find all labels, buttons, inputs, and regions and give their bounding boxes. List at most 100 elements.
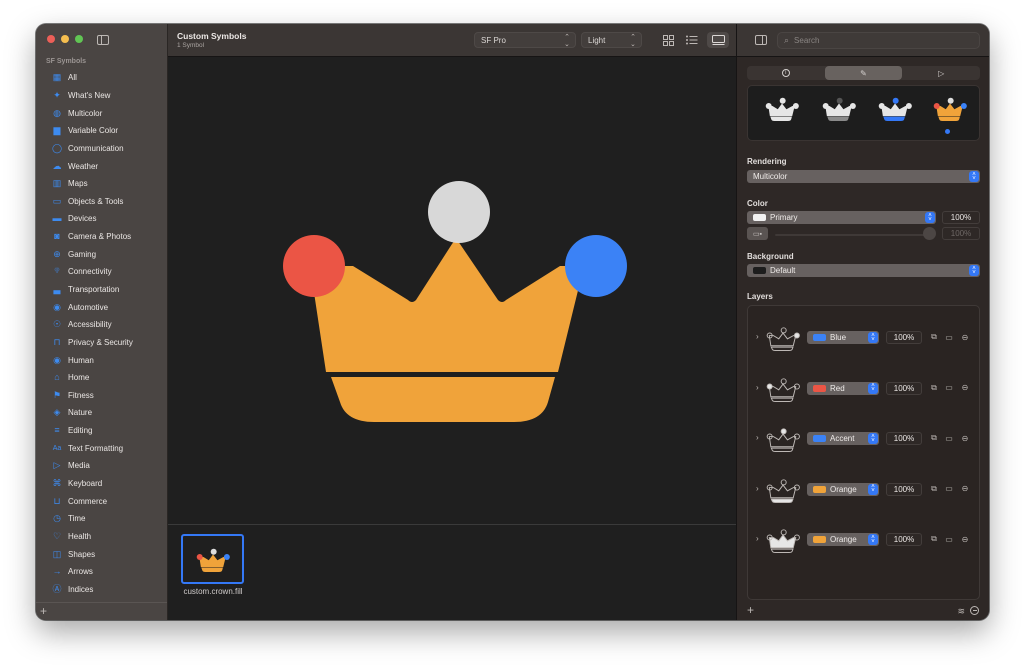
tab-animate[interactable]: ▷ — [902, 66, 980, 80]
inspector-toggle-icon[interactable] — [755, 35, 767, 45]
minimize-button[interactable] — [61, 35, 69, 43]
sidebar-item-variable-color[interactable]: ▆ Variable Color — [36, 122, 167, 140]
chevron-right-icon[interactable]: › — [756, 332, 759, 341]
sidebar-item-label: Maps — [68, 179, 88, 189]
chevron-right-icon[interactable]: › — [756, 433, 759, 442]
duplicate-layer-icon[interactable]: ⧉ — [928, 382, 940, 394]
variable-color-icon[interactable]: ▭ — [943, 331, 955, 343]
sidebar-item-what-s-new[interactable]: ✦ What's New — [36, 87, 167, 105]
chevron-right-icon[interactable]: › — [756, 383, 759, 392]
duplicate-layer-icon[interactable]: ⧉ — [928, 533, 940, 545]
layer-opacity-field[interactable]: 100% — [886, 381, 922, 395]
chevron-up-down-icon: ˄ ˅ — [868, 332, 878, 343]
layer-opacity-field[interactable]: 100% — [886, 432, 922, 445]
sidebar-item-home[interactable]: ⌂ Home — [36, 369, 167, 387]
layer-row[interactable]: › Orange ˄ ˅ 100% ⧉ ▭ ⊖ — [748, 471, 979, 507]
sidebar-item-arrows[interactable]: → Arrows — [36, 563, 167, 581]
tab-info[interactable]: i — [747, 66, 825, 80]
variable-color-icon[interactable]: ▭ — [943, 432, 955, 444]
sidebar-item-gaming[interactable]: ⊕ Gaming — [36, 245, 167, 263]
sidebar-item-text-formatting[interactable]: Aa Text Formatting — [36, 439, 167, 457]
layer-color-select[interactable]: Red ˄ ˅ — [807, 381, 879, 395]
layer-row[interactable]: › Blue ˄ ˅ 100% ⧉ ▭ ⊖ — [748, 319, 979, 355]
slider-knob[interactable] — [923, 227, 936, 240]
background-select[interactable]: Default ˄ ˅ — [747, 264, 980, 277]
remove-layer-icon[interactable]: ⊖ — [959, 432, 971, 444]
search-input[interactable] — [794, 36, 965, 45]
search-field[interactable]: ⌕ — [777, 32, 980, 49]
sidebar-item-keyboard[interactable]: ⌘ Keyboard — [36, 475, 167, 493]
sidebar-item-fitness[interactable]: ⚑ Fitness — [36, 387, 167, 405]
rendering-select[interactable]: Multicolor ˄ ˅ — [747, 170, 980, 183]
duplicate-layer-icon[interactable]: ⧉ — [928, 432, 940, 444]
font-select[interactable]: SF Pro ⌃ ⌃ — [474, 32, 576, 48]
variable-color-icon[interactable]: ▭ — [943, 382, 955, 394]
sidebar-item-automotive[interactable]: ◉ Automotive — [36, 298, 167, 316]
sidebar-item-weather[interactable]: ☁ Weather — [36, 157, 167, 175]
remove-layer-icon[interactable]: ⊖ — [959, 331, 971, 343]
rendering-palette-option[interactable] — [875, 95, 915, 121]
remove-layer-icon[interactable]: ⊖ — [959, 483, 971, 495]
sidebar-item-nature[interactable]: ◈ Nature — [36, 404, 167, 422]
zoom-button[interactable] — [75, 35, 83, 43]
duplicate-layer-icon[interactable]: ⧉ — [928, 483, 940, 495]
rendering-hierarchical-option[interactable] — [819, 95, 859, 121]
list-view-button[interactable] — [682, 32, 702, 48]
grid-view-button[interactable] — [658, 32, 678, 48]
remove-layer-icon[interactable]: ⊖ — [959, 382, 971, 394]
sidebar-item-transportation[interactable]: ▃ Transportation — [36, 281, 167, 299]
duplicate-layer-icon[interactable]: ⧉ — [928, 331, 940, 343]
layer-color-select[interactable]: Orange ˄ ˅ — [807, 482, 879, 496]
sidebar-toggle-icon[interactable] — [97, 35, 109, 45]
sidebar-item-objects-tools[interactable]: ▭ Objects & Tools — [36, 192, 167, 210]
layer-opacity-field[interactable]: 100% — [886, 331, 922, 344]
remove-layer-button[interactable] — [970, 606, 979, 615]
gallery-view-button[interactable] — [707, 32, 729, 48]
rendering-monochrome-option[interactable] — [762, 95, 802, 121]
layer-color-select[interactable]: Accent ˄ ˅ — [807, 432, 879, 445]
sidebar-item-devices[interactable]: ▬ Devices — [36, 210, 167, 228]
close-button[interactable] — [47, 35, 55, 43]
sidebar-item-privacy-security[interactable]: ⊓ Privacy & Security — [36, 334, 167, 352]
tab-customize[interactable]: ✎ — [824, 66, 903, 80]
symbol-thumbnail[interactable] — [181, 534, 244, 584]
remove-layer-icon[interactable]: ⊖ — [959, 533, 971, 545]
add-layer-button[interactable]: + — [747, 603, 754, 617]
layer-row[interactable]: › Red ˄ ˅ 100% ⧉ ▭ ⊖ — [748, 370, 979, 406]
variable-color-icon[interactable]: ▭ — [943, 533, 955, 545]
rendering-multicolor-option[interactable] — [930, 95, 970, 121]
add-collection-button[interactable]: + — [40, 604, 47, 618]
chevron-right-icon[interactable]: › — [756, 534, 759, 543]
sidebar-item-shapes[interactable]: ◫ Shapes — [36, 545, 167, 563]
layer-row[interactable]: › Accent ˄ ˅ 100% ⧉ ▭ ⊖ — [748, 420, 979, 456]
sidebar-item-editing[interactable]: ≡ Editing — [36, 422, 167, 440]
layer-color-select[interactable]: Orange ˄ ˅ — [807, 533, 879, 546]
sidebar-item-communication[interactable]: ◯ Communication — [36, 140, 167, 158]
sidebar-item-indices[interactable]: Ⓐ Indices — [36, 581, 167, 599]
color-select[interactable]: Primary ˄ ˅ — [747, 211, 936, 224]
layer-color-select[interactable]: Blue ˄ ˅ — [807, 331, 879, 344]
variable-opacity-field[interactable]: 100% — [942, 227, 980, 240]
chevron-right-icon[interactable]: › — [756, 484, 759, 493]
sidebar-item-time[interactable]: ◷ Time — [36, 510, 167, 528]
variable-color-toggle[interactable]: ▭▪ — [747, 227, 768, 240]
sidebar-item-maps[interactable]: ▥ Maps — [36, 175, 167, 193]
sidebar-item-camera-photos[interactable]: ◙ Camera & Photos — [36, 228, 167, 246]
layer-row[interactable]: › Orange ˄ ˅ 100% ⧉ ▭ ⊖ — [748, 521, 979, 557]
inspector-panel: ⌕ i ✎ ▷ — [736, 24, 989, 620]
sidebar-item-all[interactable]: ▦ All — [36, 69, 167, 87]
sidebar-item-commerce[interactable]: ⊔ Commerce — [36, 492, 167, 510]
variable-opacity-slider[interactable] — [775, 234, 925, 236]
sidebar-item-health[interactable]: ♡ Health — [36, 528, 167, 546]
layer-opacity-field[interactable]: 100% — [886, 482, 922, 496]
sidebar-item-human[interactable]: ◉ Human — [36, 351, 167, 369]
variable-color-icon[interactable]: ▭ — [943, 483, 955, 495]
sidebar-item-multicolor[interactable]: ◍ Multicolor — [36, 104, 167, 122]
layer-opacity-field[interactable]: 100% — [886, 533, 922, 546]
sidebar-item-media[interactable]: ▷ Media — [36, 457, 167, 475]
layers-stack-icon[interactable]: ≋ — [957, 606, 965, 617]
weight-select[interactable]: Light ⌃ ⌃ — [581, 32, 642, 48]
sidebar-item-accessibility[interactable]: ☉ Accessibility — [36, 316, 167, 334]
sidebar-item-connectivity[interactable]: ⁽ǀ⁾ Connectivity — [36, 263, 167, 281]
color-opacity-field[interactable]: 100% — [942, 211, 980, 224]
